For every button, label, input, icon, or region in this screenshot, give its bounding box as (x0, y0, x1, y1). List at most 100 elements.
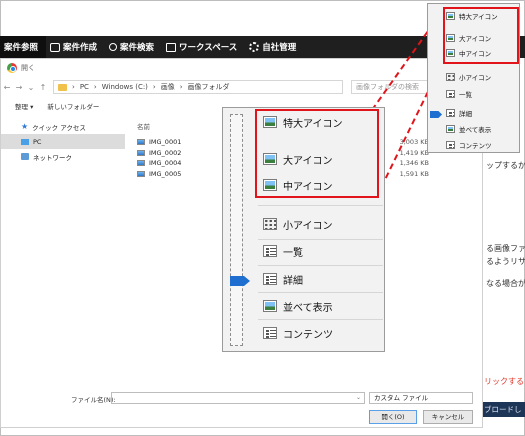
menu-divider (258, 205, 383, 206)
breadcrumb-item[interactable]: Windows (C:) (102, 83, 148, 91)
nav-label: 案件参照 (4, 43, 39, 53)
image-file-icon (137, 149, 145, 156)
file-name: IMG_0005 (149, 169, 182, 178)
folder-icon (58, 83, 67, 91)
address-row: ← → ⌄ ↑ › PC › Windows (C:) › 画像 › 画像フォル… (1, 77, 482, 97)
menu-item-content[interactable]: コンテンツ (446, 139, 492, 151)
list-icon (263, 245, 277, 257)
small-icons-icon (446, 73, 455, 81)
nav-label: 案件検索 (120, 43, 155, 53)
nav-label: ワークスペース (179, 43, 238, 53)
chevron-down-icon[interactable]: ⌄ (25, 83, 37, 92)
nav-workspace[interactable]: ワークスペース (162, 36, 245, 58)
file-size: 3,003 KB (399, 138, 429, 146)
view-slider-track[interactable] (230, 114, 243, 346)
dialog-title-bar: 開く (1, 59, 482, 77)
menu-item-tiles[interactable]: 並べて表示 (263, 297, 333, 315)
menu-item-small-icons[interactable]: 小アイコン (263, 215, 333, 233)
chevron-down-icon[interactable]: ⌄ (356, 394, 361, 401)
tiles-icon (446, 125, 455, 133)
menu-item-label: 詳細 (459, 110, 472, 118)
breadcrumb-item[interactable]: 画像 (161, 82, 175, 92)
open-button[interactable]: 開く(O) (369, 410, 417, 424)
file-size: 1,591 KB (399, 169, 429, 178)
download-bar[interactable]: ブロードし (478, 402, 525, 417)
column-header-name[interactable]: 名前 (137, 121, 150, 131)
nav-case-create[interactable]: 案件作成 (46, 36, 105, 58)
file-name: IMG_0004 (149, 159, 182, 168)
content-icon (446, 141, 455, 149)
sidebar-item-label: クイック アクセス (32, 123, 86, 132)
up-arrow-icon[interactable]: ↑ (37, 83, 49, 92)
forward-arrow-icon[interactable]: → (13, 83, 25, 92)
cancel-button[interactable]: キャンセル (423, 410, 473, 424)
breadcrumb-item[interactable]: PC (80, 83, 89, 91)
sidebar-item-pc[interactable]: PC (1, 134, 125, 149)
view-slider-thumb[interactable] (230, 276, 250, 286)
menu-item-label: 一覧 (459, 91, 472, 99)
menu-divider (258, 319, 383, 320)
nav-label: 案件作成 (63, 43, 98, 53)
nav-case-reference[interactable]: 案件参照 (0, 36, 47, 58)
list-item[interactable]: IMG_0004 (137, 158, 181, 169)
list-item[interactable]: IMG_0005 (137, 169, 181, 180)
breadcrumb-separator: › (179, 83, 183, 91)
page-text-line: ップするか (486, 161, 525, 170)
view-slider-thumb[interactable] (430, 111, 442, 118)
menu-divider (258, 265, 383, 266)
nav-case-search[interactable]: 案件検索 (105, 36, 162, 58)
list-item[interactable]: IMG_0002 (137, 148, 181, 159)
network-icon (21, 153, 29, 160)
image-file-icon (137, 170, 145, 177)
menu-item-label: コンテンツ (459, 142, 492, 150)
dialog-title: 開く (21, 64, 35, 72)
page-text-line: るようリサー (486, 257, 525, 266)
star-icon: ★ (21, 122, 29, 131)
image-file-icon (137, 139, 145, 146)
sidebar-item-label: PC (33, 137, 42, 146)
address-bar[interactable]: › PC › Windows (C:) › 画像 › 画像フォルダ (53, 80, 343, 94)
breadcrumb-separator: › (152, 83, 156, 91)
breadcrumb-separator: › (93, 83, 97, 91)
highlight-box (255, 109, 379, 198)
menu-item-list[interactable]: 一覧 (446, 88, 472, 100)
small-icons-icon (263, 218, 277, 230)
menu-item-label: 小アイコン (459, 74, 492, 82)
page-link-text[interactable]: リックすると (484, 376, 525, 387)
sidebar-item-label: ネットワーク (33, 153, 72, 162)
file-sizes: 3,003 KB 1,419 KB 1,346 KB 1,591 KB (389, 137, 429, 179)
new-folder-button[interactable]: 新しいフォルダー (47, 101, 99, 111)
view-options-menu-small: 特大アイコン 大アイコン 中アイコン 小アイコン 一覧 詳細 並べて表示 コンテ… (427, 3, 520, 153)
chrome-icon (7, 63, 17, 73)
nav-label: 自社管理 (262, 43, 297, 53)
menu-item-label: 小アイコン (283, 220, 333, 232)
menu-item-list[interactable]: 一覧 (263, 242, 303, 260)
nav-company-admin[interactable]: 自社管理 (245, 36, 304, 58)
list-icon (446, 90, 455, 98)
person-card-icon (50, 42, 61, 52)
menu-item-small-icons[interactable]: 小アイコン (446, 71, 491, 83)
image-file-icon (137, 160, 145, 167)
details-icon (263, 273, 277, 285)
filename-label: ファイル名(N): (71, 396, 116, 404)
menu-divider (258, 292, 383, 293)
menu-item-content[interactable]: コンテンツ (263, 324, 333, 342)
back-arrow-icon[interactable]: ← (1, 83, 13, 92)
menu-item-label: 詳細 (283, 275, 303, 287)
file-list: IMG_0001 IMG_0002 IMG_0004 IMG_0005 (137, 137, 181, 179)
menu-item-details[interactable]: 詳細 (263, 270, 303, 288)
breadcrumb-item[interactable]: 画像フォルダ (188, 82, 230, 92)
list-item[interactable]: IMG_0001 (137, 137, 181, 148)
menu-item-details[interactable]: 詳細 (446, 107, 472, 119)
sidebar-item-quick-access[interactable]: ★ クイック アクセス (1, 119, 125, 134)
file-name: IMG_0001 (149, 138, 182, 147)
view-options-menu: 特大アイコン 大アイコン 中アイコン 小アイコン 一覧 詳細 並べて表示 コンテ… (222, 107, 385, 352)
menu-item-label: 並べて表示 (283, 302, 333, 314)
file-type-select[interactable]: カスタム ファイル (369, 392, 473, 404)
menu-item-tiles[interactable]: 並べて表示 (446, 123, 491, 135)
tiles-icon (263, 300, 277, 312)
sidebar-item-network[interactable]: ネットワーク (1, 149, 125, 164)
file-size: 1,419 KB (399, 148, 429, 157)
organize-button[interactable]: 整理 ▾ (15, 101, 33, 111)
filename-input[interactable] (111, 392, 365, 404)
